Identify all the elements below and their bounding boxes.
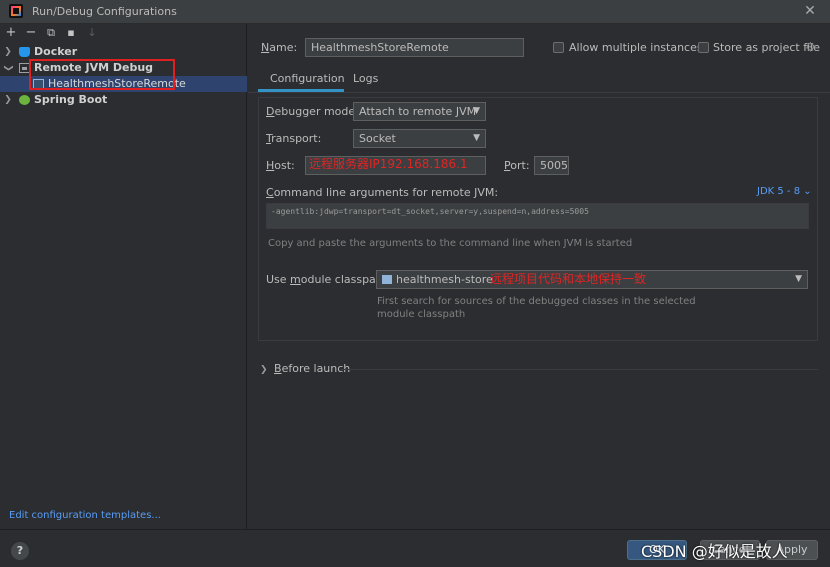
chevron-down-icon[interactable]: ❯ <box>0 63 16 73</box>
move-to-folder-icon[interactable]: ▪ <box>64 25 78 41</box>
module-classpath-label: Use module classpath: <box>266 273 391 286</box>
host-annotation: 远程服务器IP <box>309 157 380 171</box>
host-value: 192.168.186.1 <box>379 157 468 171</box>
tree-toolbar: + − ⧉ ▪ ↓ <box>0 24 247 42</box>
debugger-mode-dropdown[interactable]: Attach to remote JVM ▼ <box>353 102 486 121</box>
dropdown-arrow-icon: ▼ <box>473 133 480 143</box>
debugger-mode-value: Attach to remote JVM <box>359 105 477 118</box>
cmd-args-hint: Copy and paste the arguments to the comm… <box>268 238 633 249</box>
edit-configuration-templates-link[interactable]: Edit configuration templates... <box>9 510 161 521</box>
close-icon[interactable]: ✕ <box>802 3 818 19</box>
name-label: Name: <box>261 41 298 54</box>
help-button[interactable]: ? <box>11 542 29 560</box>
spring-boot-icon <box>19 95 30 105</box>
highlight-annotation-box <box>29 59 175 90</box>
tree-item-docker[interactable]: ❯ Docker <box>0 44 247 60</box>
tab-separator <box>248 92 830 93</box>
classpath-hint-line2: module classpath <box>377 309 466 320</box>
title-bar: Run/Debug Configurations ✕ <box>0 0 830 24</box>
chevron-right-icon[interactable]: ❯ <box>3 92 13 108</box>
jdk-version-value: JDK 5 - 8 <box>757 186 801 197</box>
dropdown-arrow-icon: ▼ <box>473 106 480 116</box>
allow-multiple-instances-checkbox[interactable] <box>553 42 564 53</box>
intellij-app-icon <box>9 4 23 18</box>
csdn-watermark: CSDN @好似是故人 <box>641 542 788 561</box>
allow-multiple-instances-label: Allow multiple instances <box>569 41 703 54</box>
tab-logs[interactable]: Logs <box>353 72 378 85</box>
gear-icon[interactable]: ⚙ <box>805 40 816 54</box>
classpath-annotation: 远程项目代码和本地保持一致 <box>490 272 647 286</box>
dialog-button-bar: ? OK Cancel Apply CSDN @好似是故人 <box>0 529 830 567</box>
transport-dropdown[interactable]: Socket ▼ <box>353 129 486 148</box>
window-title: Run/Debug Configurations <box>32 5 177 18</box>
remove-config-icon[interactable]: − <box>24 25 38 41</box>
dropdown-arrow-icon: ▼ <box>795 274 802 284</box>
tree-label-spring-boot: Spring Boot <box>34 93 108 106</box>
store-as-project-file-label: Store as project file <box>713 41 820 54</box>
host-input[interactable]: 远程服务器IP192.168.186.1 <box>305 156 486 175</box>
module-icon <box>382 275 392 284</box>
module-classpath-dropdown[interactable]: healthmesh-store 远程项目代码和本地保持一致 ▼ <box>376 270 808 289</box>
module-classpath-value: healthmesh-store <box>396 273 493 286</box>
tree-label-docker: Docker <box>34 45 78 58</box>
chevron-right-icon[interactable]: ❯ <box>3 44 13 60</box>
docker-icon <box>19 47 30 57</box>
sort-icon[interactable]: ↓ <box>85 25 99 41</box>
classpath-hint-line1: First search for sources of the debugged… <box>377 296 696 307</box>
transport-label: Transport: <box>266 132 322 145</box>
before-launch-label: Before launch <box>274 362 351 375</box>
chevron-down-icon: ⌄ <box>803 186 812 197</box>
name-input[interactable]: HealthmeshStoreRemote <box>305 38 524 57</box>
tab-configuration[interactable]: Configuration <box>270 72 345 85</box>
cmd-args-label: Command line arguments for remote JVM: <box>266 186 499 199</box>
copy-config-icon[interactable]: ⧉ <box>44 25 58 41</box>
before-launch-section[interactable]: ❯ Before launch <box>260 362 350 375</box>
host-label: Host: <box>266 159 295 172</box>
store-as-project-file-checkbox[interactable] <box>698 42 709 53</box>
chevron-right-icon: ❯ <box>260 365 268 375</box>
configuration-tree-panel: + − ⧉ ▪ ↓ ❯ Docker ❯ Remote JVM Debug He… <box>0 24 247 529</box>
transport-value: Socket <box>359 132 396 145</box>
jdk-version-selector[interactable]: JDK 5 - 8 ⌄ <box>757 186 812 197</box>
before-launch-divider <box>340 369 818 370</box>
cmd-args-field[interactable]: -agentlib:jdwp=transport=dt_socket,serve… <box>266 203 809 229</box>
debugger-mode-label: Debugger mode: <box>266 105 359 118</box>
tree-item-spring-boot[interactable]: ❯ Spring Boot <box>0 92 247 108</box>
port-input[interactable]: 5005 <box>534 156 569 175</box>
port-label: Port: <box>504 159 530 172</box>
add-config-icon[interactable]: + <box>4 25 18 41</box>
